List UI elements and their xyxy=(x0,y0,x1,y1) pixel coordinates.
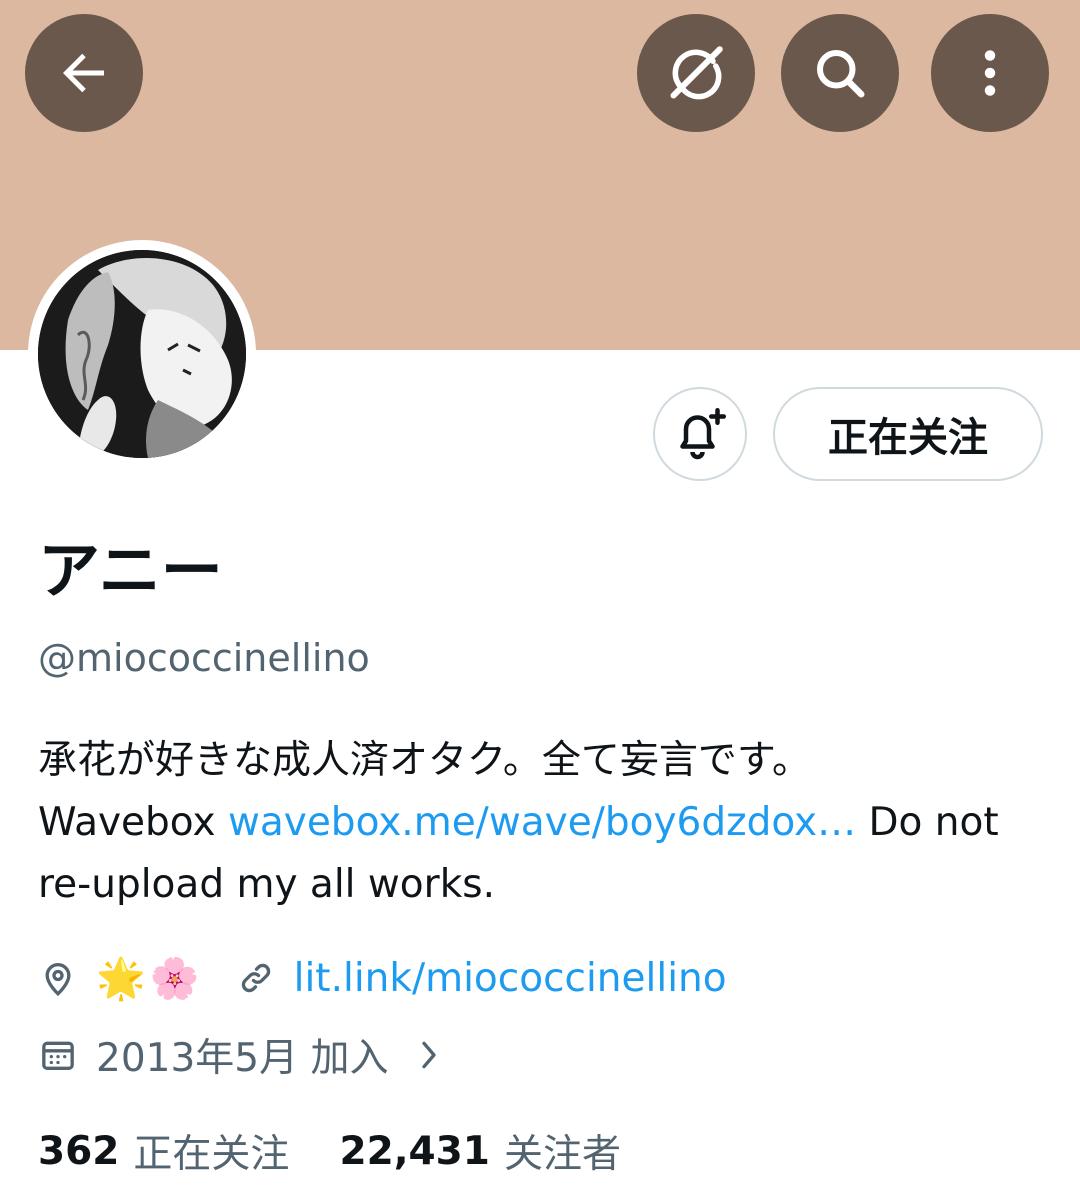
profile-meta-row: 🌟 🌸 lit.link/miococcinellino xyxy=(38,950,727,1006)
location-icon xyxy=(45,963,71,997)
grok-icon xyxy=(670,46,723,100)
followers-count[interactable]: 22,431 xyxy=(339,1129,490,1174)
bio-wavebox-link[interactable]: wavebox.me/wave/boy6dzdox… xyxy=(228,800,856,845)
following-count[interactable]: 362 xyxy=(38,1129,119,1174)
bio-text: Do not xyxy=(856,800,999,845)
bio-text: Wavebox xyxy=(38,800,228,845)
calendar-icon xyxy=(42,1041,74,1070)
location-emoji-star: 🌟 xyxy=(96,955,146,1002)
search-button[interactable] xyxy=(781,14,899,132)
bio-line: Wavebox wavebox.me/wave/boy6dzdox… Do no… xyxy=(38,792,1048,854)
bell-plus-icon xyxy=(680,408,726,460)
back-button[interactable] xyxy=(25,14,143,132)
bio-line: re-upload my all works. xyxy=(38,862,495,907)
joined-date-row[interactable]: 2013年5月 加入 xyxy=(38,1027,444,1083)
bio-line: 承花が好きな成人済オタク。全て妄言です。 xyxy=(38,738,811,783)
profile-bio: 承花が好きな成人済オタク。全て妄言です。 Wavebox wavebox.me/… xyxy=(38,730,1048,916)
arrow-left-icon xyxy=(63,53,104,93)
following-label[interactable]: 正在关注 xyxy=(133,1123,289,1179)
search-icon xyxy=(817,50,865,98)
avatar[interactable] xyxy=(28,240,256,468)
joined-date: 2013年5月 加入 xyxy=(96,1036,389,1081)
website-link[interactable]: lit.link/miococcinellino xyxy=(294,956,727,1001)
link-icon xyxy=(241,963,270,993)
more-vertical-icon xyxy=(984,50,996,96)
following-button[interactable]: 正在关注 xyxy=(773,387,1043,481)
user-handle: @miococcinellino xyxy=(38,636,370,680)
grok-button[interactable] xyxy=(637,14,755,132)
avatar-image xyxy=(38,250,246,458)
location-emoji-flower: 🌸 xyxy=(149,955,200,1002)
notifications-button[interactable] xyxy=(653,387,747,481)
follow-stats: 362 正在关注 22,431 关注者 xyxy=(38,1122,621,1180)
chevron-right-icon xyxy=(422,1041,437,1069)
more-options-button[interactable] xyxy=(931,14,1049,132)
followers-label[interactable]: 关注者 xyxy=(504,1123,621,1179)
display-name: アニー xyxy=(38,534,223,607)
